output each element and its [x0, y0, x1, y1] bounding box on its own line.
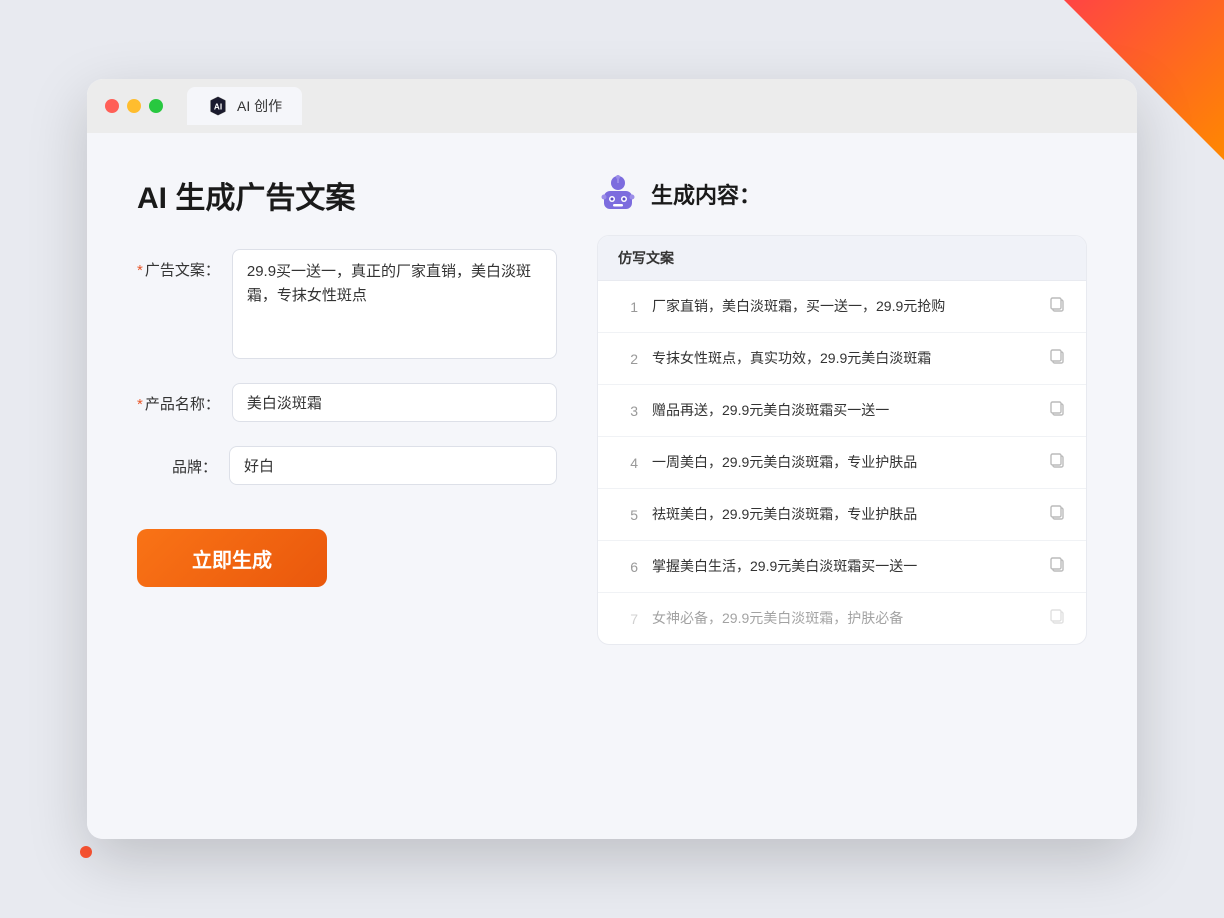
row-number: 4: [618, 455, 638, 471]
ai-tab-icon: AI: [207, 95, 229, 117]
minimize-button[interactable]: [127, 99, 141, 113]
result-row: 3 赠品再送，29.9元美白淡斑霜买一送一: [598, 385, 1086, 437]
result-row: 4 一周美白，29.9元美白淡斑霜，专业护肤品: [598, 437, 1086, 489]
page-title: AI 生成广告文案: [137, 173, 557, 217]
row-text: 厂家直销，美白淡斑霜，买一送一，29.9元抢购: [652, 296, 1034, 317]
row-text: 一周美白，29.9元美白淡斑霜，专业护肤品: [652, 452, 1034, 473]
row-text: 赠品再送，29.9元美白淡斑霜买一送一: [652, 400, 1034, 421]
row-number: 2: [618, 351, 638, 367]
copy-icon[interactable]: [1048, 607, 1066, 630]
row-number: 7: [618, 611, 638, 627]
copy-icon[interactable]: [1048, 503, 1066, 526]
svg-text:AI: AI: [214, 103, 222, 112]
copy-icon[interactable]: [1048, 555, 1066, 578]
copy-icon[interactable]: [1048, 451, 1066, 474]
generate-button[interactable]: 立即生成: [137, 529, 327, 587]
ad-copy-input[interactable]: [232, 249, 557, 359]
browser-content: AI 生成广告文案 *广告文案： *产品名称： 品牌： 立: [87, 133, 1137, 839]
result-table: 仿写文案 1 厂家直销，美白淡斑霜，买一送一，29.9元抢购 2 专抹女性斑点，真实…: [597, 235, 1087, 645]
ad-copy-label: *广告文案：: [137, 249, 220, 280]
maximize-button[interactable]: [149, 99, 163, 113]
right-panel: 生成内容： 仿写文案 1 厂家直销，美白淡斑霜，买一送一，29.9元抢购 2 专抹女…: [597, 173, 1087, 799]
tab-label: AI 创作: [237, 96, 282, 116]
required-star-2: *: [137, 396, 143, 413]
row-number: 6: [618, 559, 638, 575]
robot-icon: [597, 173, 639, 215]
product-name-group: *产品名称：: [137, 383, 557, 422]
row-text: 祛斑美白，29.9元美白淡斑霜，专业护肤品: [652, 504, 1034, 525]
required-star-1: *: [137, 262, 143, 279]
deco-dot-1: [80, 846, 92, 858]
result-row: 2 专抹女性斑点，真实功效，29.9元美白淡斑霜: [598, 333, 1086, 385]
ad-copy-group: *广告文案：: [137, 249, 557, 359]
product-name-input[interactable]: [232, 383, 557, 422]
brand-label: 品牌：: [137, 446, 217, 477]
result-table-header: 仿写文案: [598, 236, 1086, 281]
copy-icon[interactable]: [1048, 399, 1066, 422]
row-text: 女神必备，29.9元美白淡斑霜，护肤必备: [652, 608, 1034, 629]
result-rows-container: 1 厂家直销，美白淡斑霜，买一送一，29.9元抢购 2 专抹女性斑点，真实功效，29…: [598, 281, 1086, 644]
result-row: 1 厂家直销，美白淡斑霜，买一送一，29.9元抢购: [598, 281, 1086, 333]
result-row: 7 女神必备，29.9元美白淡斑霜，护肤必备: [598, 593, 1086, 644]
copy-icon[interactable]: [1048, 347, 1066, 370]
copy-icon[interactable]: [1048, 295, 1066, 318]
row-text: 专抹女性斑点，真实功效，29.9元美白淡斑霜: [652, 348, 1034, 369]
browser-window: AI AI 创作 AI 生成广告文案 *广告文案： *产品名称：: [87, 79, 1137, 839]
brand-input[interactable]: [229, 446, 557, 485]
result-header: 生成内容：: [597, 173, 1087, 215]
result-row: 6 掌握美白生活，29.9元美白淡斑霜买一送一: [598, 541, 1086, 593]
traffic-lights: [105, 99, 163, 113]
row-text: 掌握美白生活，29.9元美白淡斑霜买一送一: [652, 556, 1034, 577]
browser-titlebar: AI AI 创作: [87, 79, 1137, 133]
close-button[interactable]: [105, 99, 119, 113]
brand-group: 品牌：: [137, 446, 557, 485]
product-name-label: *产品名称：: [137, 383, 220, 414]
result-row: 5 祛斑美白，29.9元美白淡斑霜，专业护肤品: [598, 489, 1086, 541]
tab-ai-create[interactable]: AI AI 创作: [187, 87, 302, 125]
left-panel: AI 生成广告文案 *广告文案： *产品名称： 品牌： 立: [137, 173, 557, 799]
row-number: 1: [618, 299, 638, 315]
row-number: 3: [618, 403, 638, 419]
tab-bar: AI AI 创作: [187, 87, 302, 125]
row-number: 5: [618, 507, 638, 523]
result-title: 生成内容：: [651, 178, 761, 210]
